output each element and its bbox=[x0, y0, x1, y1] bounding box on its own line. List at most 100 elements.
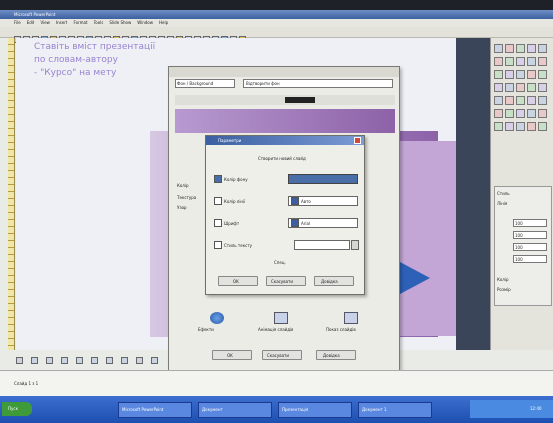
options-dialog-titlebar: Параметри bbox=[206, 136, 364, 145]
lower-ok-button[interactable]: OK bbox=[212, 350, 252, 360]
ok-button[interactable]: OK bbox=[218, 276, 258, 286]
panel-tool-icon[interactable] bbox=[538, 70, 547, 79]
menu-item[interactable]: Format bbox=[73, 20, 87, 25]
background-option-1[interactable]: Текстура bbox=[177, 195, 196, 200]
background-dialog-field-value: Відтворити фон bbox=[246, 81, 280, 86]
panel-tool-icon[interactable] bbox=[494, 57, 503, 66]
checkbox-icon[interactable] bbox=[214, 219, 222, 227]
panel-field-2[interactable]: 100 bbox=[513, 243, 547, 251]
panel-tool-icon[interactable] bbox=[516, 57, 525, 66]
panel-tool-icon[interactable] bbox=[494, 44, 503, 53]
draw-tool-icon[interactable] bbox=[151, 357, 158, 364]
menu-item[interactable]: Window bbox=[137, 20, 153, 25]
menu-item[interactable]: Insert bbox=[56, 20, 67, 25]
panel-tool-icon[interactable] bbox=[505, 109, 514, 118]
options-row-3: Стиль тексту bbox=[214, 240, 360, 251]
draw-tool-icon[interactable] bbox=[106, 357, 113, 364]
panel-tool-icon[interactable] bbox=[516, 70, 525, 79]
panel-tool-icon[interactable] bbox=[516, 96, 525, 105]
slide-text-2: по словам-автору bbox=[34, 55, 118, 65]
panel-tool-icon[interactable] bbox=[527, 122, 536, 131]
style-field[interactable] bbox=[294, 240, 350, 250]
background-option-2[interactable]: Узор bbox=[177, 205, 187, 210]
draw-tool-icon[interactable] bbox=[61, 357, 68, 364]
cancel-button[interactable]: Скасувати bbox=[266, 276, 306, 286]
menu-item[interactable]: Edit bbox=[27, 20, 35, 25]
panel-icon-grid bbox=[494, 44, 552, 144]
menu-item[interactable]: View bbox=[40, 20, 50, 25]
slideshow-icon[interactable] bbox=[344, 312, 358, 324]
panel-tool-icon[interactable] bbox=[494, 96, 503, 105]
panel-tool-icon[interactable] bbox=[505, 122, 514, 131]
panel-field-1[interactable]: 100 bbox=[513, 231, 547, 239]
draw-tool-icon[interactable] bbox=[16, 357, 23, 364]
draw-tool-icon[interactable] bbox=[76, 357, 83, 364]
checkbox-icon[interactable] bbox=[214, 241, 222, 249]
panel-field-0[interactable]: 100 bbox=[513, 219, 547, 227]
panel-tool-icon[interactable] bbox=[494, 109, 503, 118]
lower-cancel-button[interactable]: Скасувати bbox=[262, 350, 302, 360]
checkbox-icon[interactable] bbox=[214, 197, 222, 205]
checkbox-icon[interactable] bbox=[214, 175, 222, 183]
panel-tool-icon[interactable] bbox=[516, 44, 525, 53]
panel-tool-icon[interactable] bbox=[527, 70, 536, 79]
options-row-0: Колір фону bbox=[214, 174, 360, 185]
options-dialog-title: Параметри bbox=[218, 138, 242, 143]
start-button[interactable]: Пуск bbox=[2, 402, 32, 416]
panel-tool-icon[interactable] bbox=[505, 44, 514, 53]
panel-tool-icon[interactable] bbox=[527, 83, 536, 92]
panel-tool-icon[interactable] bbox=[516, 122, 525, 131]
taskbar-task[interactable]: Microsoft PowerPoint bbox=[118, 402, 192, 418]
panel-tool-icon[interactable] bbox=[527, 109, 536, 118]
panel-tool-icon[interactable] bbox=[505, 70, 514, 79]
draw-tool-icon[interactable] bbox=[91, 357, 98, 364]
background-dialog-select[interactable]: Фон / Background bbox=[175, 79, 235, 88]
taskbar: Пуск Microsoft PowerPoint Документ Презент… bbox=[0, 396, 553, 423]
panel-tool-icon[interactable] bbox=[516, 109, 525, 118]
panel-tool-icon[interactable] bbox=[538, 96, 547, 105]
panel-tool-icon[interactable] bbox=[505, 83, 514, 92]
font-dropdown[interactable]: Arial bbox=[288, 218, 358, 228]
panel-tool-icon[interactable] bbox=[538, 44, 547, 53]
effects-icon[interactable] bbox=[210, 312, 224, 324]
color-dropdown[interactable] bbox=[288, 174, 358, 184]
panel-tool-icon[interactable] bbox=[538, 122, 547, 131]
panel-tool-icon[interactable] bbox=[505, 57, 514, 66]
menu-item[interactable]: File bbox=[14, 20, 21, 25]
options-dialog: Параметри Створити новий слайд Колір фон… bbox=[205, 135, 365, 295]
panel-tool-icon[interactable] bbox=[494, 122, 503, 131]
menu-item[interactable]: Help bbox=[159, 20, 168, 25]
line-dropdown[interactable]: Авто bbox=[288, 196, 358, 206]
panel-field-3[interactable]: 100 bbox=[513, 255, 547, 263]
panel-tool-icon[interactable] bbox=[527, 96, 536, 105]
panel-tool-icon[interactable] bbox=[527, 57, 536, 66]
taskbar-task-label: Документ 1 bbox=[362, 407, 387, 412]
background-dialog-purple-band bbox=[175, 109, 395, 133]
effects-label: Ефекти bbox=[198, 327, 214, 332]
taskbar-task[interactable]: Документ 1 bbox=[358, 402, 432, 418]
taskbar-task[interactable]: Документ bbox=[198, 402, 272, 418]
panel-tool-icon[interactable] bbox=[538, 57, 547, 66]
background-option-0[interactable]: Колір bbox=[177, 183, 189, 188]
menu-item[interactable]: Tools bbox=[94, 20, 104, 25]
background-dialog-topbar bbox=[169, 67, 399, 77]
panel-tool-icon[interactable] bbox=[505, 96, 514, 105]
draw-tool-icon[interactable] bbox=[136, 357, 143, 364]
help-button[interactable]: Довідка bbox=[314, 276, 354, 286]
panel-tool-icon[interactable] bbox=[494, 70, 503, 79]
draw-tool-icon[interactable] bbox=[46, 357, 53, 364]
panel-tool-icon[interactable] bbox=[538, 109, 547, 118]
panel-tool-icon[interactable] bbox=[494, 83, 503, 92]
style-button[interactable] bbox=[351, 240, 359, 250]
background-dialog-field[interactable]: Відтворити фон bbox=[243, 79, 393, 88]
menu-item[interactable]: Slide Show bbox=[109, 20, 131, 25]
draw-tool-icon[interactable] bbox=[31, 357, 38, 364]
animation-icon[interactable] bbox=[274, 312, 288, 324]
draw-tool-icon[interactable] bbox=[121, 357, 128, 364]
lower-help-button[interactable]: Довідка bbox=[316, 350, 356, 360]
panel-tool-icon[interactable] bbox=[538, 83, 547, 92]
taskbar-task[interactable]: Презентація bbox=[278, 402, 352, 418]
panel-tool-icon[interactable] bbox=[516, 83, 525, 92]
panel-tool-icon[interactable] bbox=[527, 44, 536, 53]
close-icon[interactable] bbox=[354, 137, 361, 144]
